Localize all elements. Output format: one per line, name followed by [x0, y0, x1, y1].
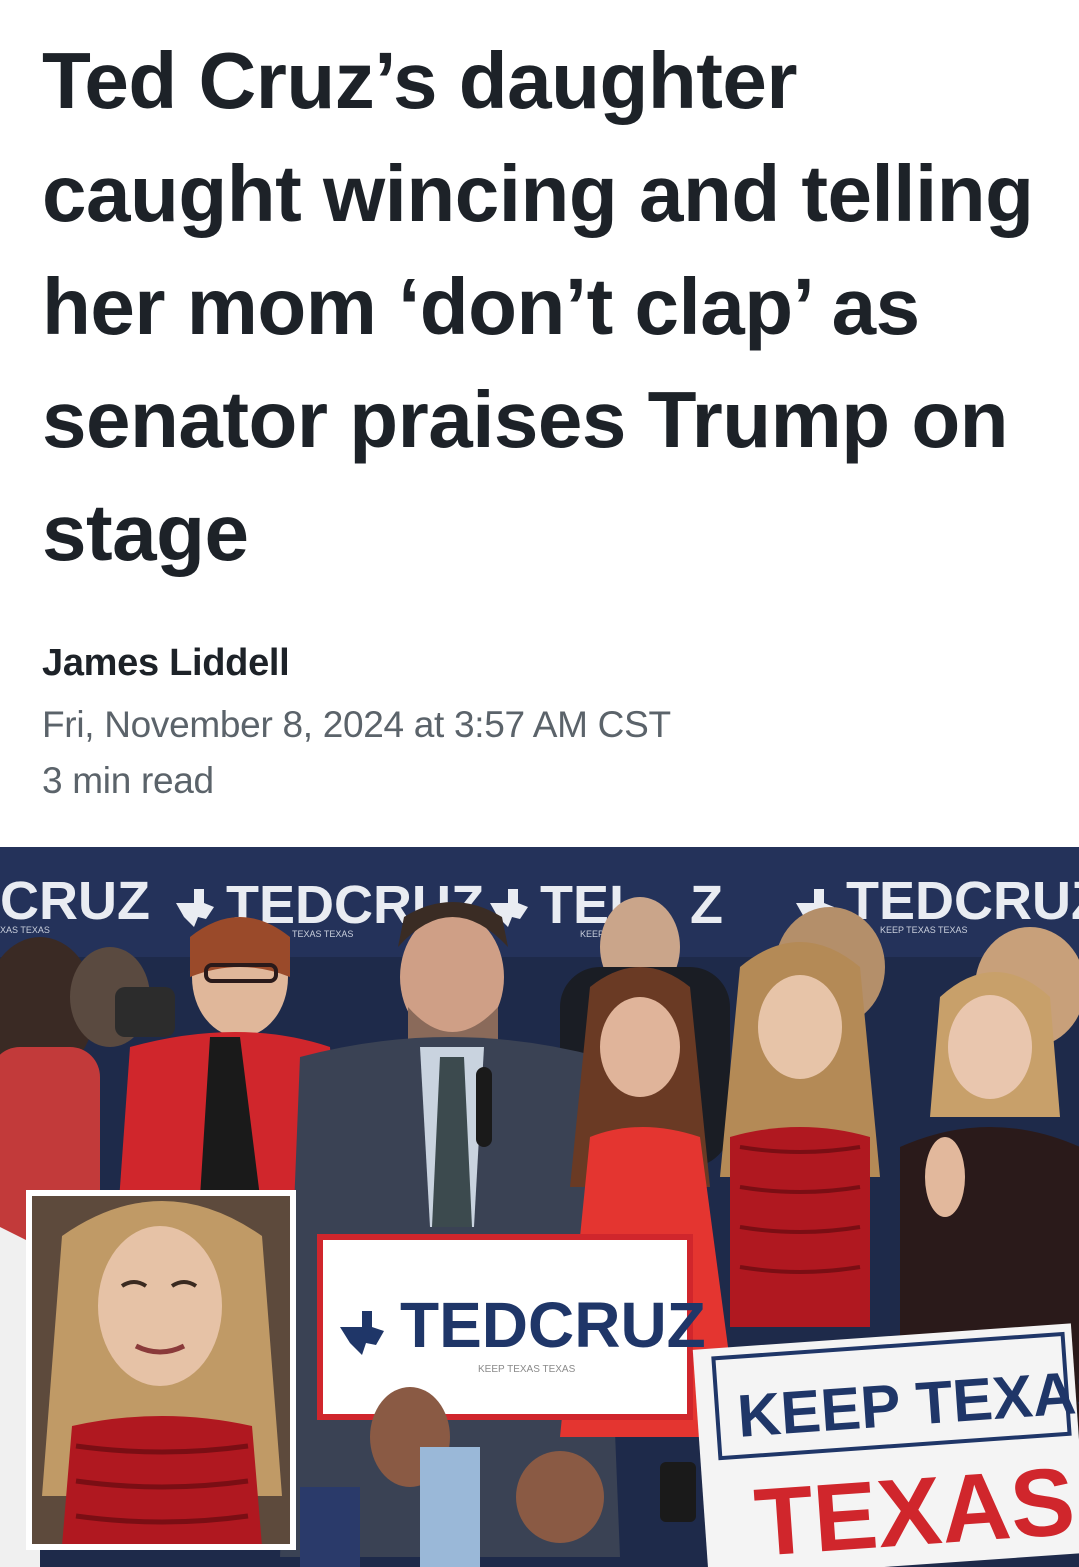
publish-date: Fri, November 8, 2024 at 3:57 AM CST — [42, 704, 671, 745]
article-headline: Ted Cruz’s daughter caught wincing and t… — [42, 36, 1034, 577]
svg-text:CRUZ: CRUZ — [0, 871, 150, 931]
author-name[interactable]: James Liddell — [42, 642, 290, 685]
svg-text:KEEP TEXAS TEXAS: KEEP TEXAS TEXAS — [880, 925, 968, 935]
svg-text:TEDCRUZ: TEDCRUZ — [400, 1289, 706, 1361]
svg-text:KEEP TEXAS TEXAS: KEEP TEXAS TEXAS — [478, 1364, 576, 1375]
crowd-sign-keep-texas: KEEP TEXAS TEXAS — [692, 1323, 1079, 1567]
backdrop-logo-1: CRUZ XAS TEXAS — [0, 871, 150, 935]
svg-text:TEDCRUZ: TEDCRUZ — [846, 871, 1079, 931]
daughter-blonde-red-dress — [720, 942, 880, 1327]
read-time: 3 min read — [42, 760, 214, 801]
inset-closeup-photo — [26, 1190, 296, 1550]
svg-text:TEXAS TEXAS: TEXAS TEXAS — [292, 929, 353, 939]
podium-sign: TEDCRUZ KEEP TEXAS TEXAS — [317, 1234, 706, 1420]
svg-text:KEEP: KEEP — [580, 929, 604, 939]
svg-text:XAS TEXAS: XAS TEXAS — [0, 925, 50, 935]
article-hero-photo: CRUZ XAS TEXAS TEDCRUZ TEXAS TEXAS TEI K… — [0, 847, 1079, 1567]
svg-text:Z: Z — [690, 875, 723, 935]
